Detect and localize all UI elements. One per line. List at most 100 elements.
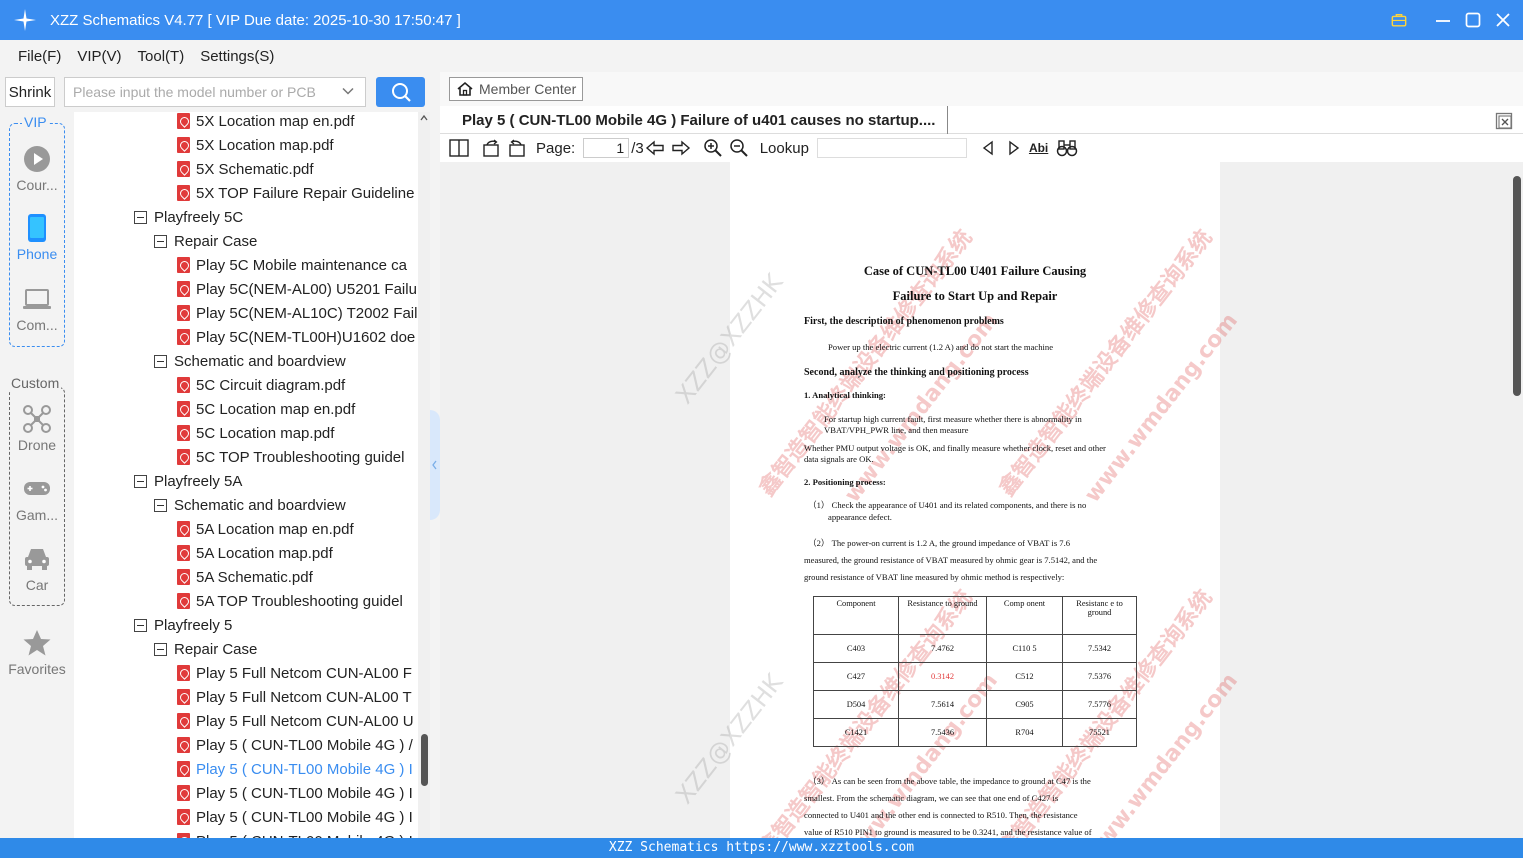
search-button[interactable] [376,77,425,107]
chevron-left-icon [432,460,437,470]
collapse-toggle-icon[interactable] [154,642,167,656]
minimize-icon[interactable] [1435,12,1451,28]
nav-favorites[interactable]: Favorites [7,628,67,677]
vip-briefcase-icon[interactable] [1391,12,1407,28]
nav-computer[interactable]: Com... [7,284,67,333]
collapse-panel-handle[interactable] [430,410,440,520]
tree-item-pdf[interactable]: Play 5 ( CUN-TL00 Mobile 4G ) I [177,805,413,829]
tree-item-pdf[interactable]: Play 5C Mobile maintenance ca [177,253,407,277]
tree-folder[interactable]: Playfreely 5 [134,613,232,637]
tree-item-pdf[interactable]: Play 5 Full Netcom CUN-AL00 T [177,685,412,709]
menu-tool[interactable]: Tool(T) [138,48,185,65]
tree-item-pdf[interactable]: 5C Location map.pdf [177,421,334,445]
nav-car[interactable]: Car [7,544,67,593]
tree-item-pdf[interactable]: 5X TOP Failure Repair Guideline [177,181,414,205]
chevron-down-icon [342,87,354,95]
next-page-icon[interactable] [670,137,692,159]
zoom-in-icon[interactable] [702,137,724,159]
collapse-toggle-icon[interactable] [154,498,167,512]
tree-item-pdf[interactable]: 5A Location map.pdf [177,541,333,565]
tree-item-pdf[interactable]: 5C Location map en.pdf [177,397,355,421]
tree-folder[interactable]: Playfreely 5C [134,205,243,229]
tree-item-pdf[interactable]: 5A TOP Troubleshooting guidel [177,589,403,613]
collapse-toggle-icon[interactable] [134,210,147,224]
doc-para-5b: measured, the ground resistance of VBAT … [804,555,1098,565]
doc-title-line2: Failure to Start Up and Repair [892,289,1058,303]
scroll-up-icon[interactable] [420,114,428,122]
tree-item-pdf[interactable]: 5C TOP Troubleshooting guidel [177,445,404,469]
pdf-file-icon [177,281,190,297]
nav-game[interactable]: Gam... [7,474,67,523]
doc-para-3a: Whether PMU output voltage is OK, and fi… [804,443,1106,453]
rotate-right-icon[interactable] [506,137,528,159]
tree-item-pdf[interactable]: Play 5 ( CUN-TL00 Mobile 4G ) I [177,781,413,805]
nav-drone[interactable]: Drone [7,404,67,453]
doc-para-2a: For startup high current fault, first me… [824,414,1082,424]
viewer-scrollbar[interactable] [1511,162,1523,838]
doc-para-6b: smallest. From the schematic diagram, we… [804,793,1059,803]
tab-active-document[interactable]: Play 5 ( CUN-TL00 Mobile 4G ) Failure of… [450,106,949,134]
table-row: D504 7.5614 C905 7.5776 [813,690,1137,719]
pdf-file-icon [177,377,190,393]
tree-item-pdf[interactable]: Play 5C(NEM-TL00H)U1602 doe [177,325,415,349]
pdf-file-icon [177,185,190,201]
menu-vip[interactable]: VIP(V) [77,48,121,65]
page-number-input[interactable]: 1 [583,138,630,158]
tree-folder[interactable]: Repair Case [154,229,257,253]
tree-item-pdf[interactable]: 5X Location map.pdf [177,133,334,157]
nav-phone[interactable]: Phone [7,213,67,262]
tree-item-pdf[interactable]: Play 5 ( CUN-TL00 Mobile 4G ) / [177,733,413,757]
tree-item-pdf[interactable]: Play 5C(NEM-AL00) U5201 Failu [177,277,417,301]
collapse-toggle-icon[interactable] [154,234,167,248]
nav-courses[interactable]: Cour... [7,144,67,193]
close-icon[interactable] [1495,12,1511,28]
tree-item-pdf[interactable]: Play 5 ( CUN-TL00 Mobile 4G ) I [177,757,413,781]
menu-file[interactable]: File(F) [18,48,61,65]
tree-item-pdf[interactable]: Play 5C(NEM-AL10C) T2002 Fail [177,301,417,325]
tree-item-label: Play 5 ( CUN-TL00 Mobile 4G ) I [196,784,413,802]
find-next-icon[interactable] [1003,137,1025,159]
nav-courses-label: Cour... [16,177,58,193]
sidebar-toggle-icon[interactable] [448,137,470,159]
maximize-icon[interactable] [1465,12,1481,28]
tree-item-pdf[interactable]: 5C Circuit diagram.pdf [177,373,345,397]
tree-item-pdf[interactable]: Play 5 Full Netcom CUN-AL00 U [177,709,414,733]
pdf-file-icon [177,737,190,753]
tree-item-pdf[interactable]: 5X Schematic.pdf [177,157,314,181]
table-cell-highlight: 0.3142 [898,662,987,691]
pdf-viewer[interactable]: 鑫智造智能终端设备维修查询系统 鑫智造智能终端设备维修查询系统 鑫智造智能终端设… [440,162,1523,838]
viewer-scroll-thumb[interactable] [1513,176,1521,396]
status-bar: XZZ Schematics https://www.xzztools.com [0,838,1523,858]
collapse-toggle-icon[interactable] [154,354,167,368]
tree-item-label: Play 5 ( CUN-TL00 Mobile 4G ) I [196,760,413,778]
model-search-input[interactable]: Please input the model number or PCB [64,77,366,107]
find-prev-icon[interactable] [977,137,999,159]
member-center-button[interactable]: Member Center [449,77,584,101]
tree-folder[interactable]: Schematic and boardview [154,493,346,517]
tree-item-pdf[interactable]: Play 5 Full Netcom CUN-AL00 F [177,661,412,685]
menu-settings[interactable]: Settings(S) [200,48,274,65]
tree-item-pdf[interactable]: 5A Schematic.pdf [177,565,313,589]
member-bar: Member Center [440,72,1523,106]
tree-folder[interactable]: Schematic and boardview [154,349,346,373]
close-tab-icon[interactable] [1495,112,1513,130]
match-case-button[interactable]: Abi [1029,137,1048,159]
tree-item-pdf[interactable]: 5X Location map en.pdf [177,112,354,133]
tree-scroll-thumb[interactable] [421,734,428,786]
find-binoculars-icon[interactable] [1056,137,1078,159]
collapse-toggle-icon[interactable] [134,474,147,488]
tree-item-label: Play 5C(NEM-AL00) U5201 Failu [196,280,417,298]
tree-item-pdf[interactable]: 5A Location map en.pdf [177,517,354,541]
collapse-toggle-icon[interactable] [134,618,147,632]
tree-scrollbar[interactable] [418,112,430,838]
shrink-button[interactable]: Shrink [5,77,55,107]
tree-folder[interactable]: Playfreely 5A [134,469,242,493]
doc-para-6d: value of R510 PIN1 to ground is measured… [804,827,1092,837]
tree-item-pdf[interactable]: Play 5 ( CUN-TL00 Mobile 4G ) I [177,829,413,838]
tree-folder[interactable]: Repair Case [154,637,257,661]
document-tabs: Play 5 ( CUN-TL00 Mobile 4G ) Failure of… [440,106,1523,134]
prev-page-icon[interactable] [644,137,666,159]
rotate-left-icon[interactable] [480,137,502,159]
zoom-out-icon[interactable] [728,137,750,159]
lookup-input[interactable] [816,138,967,158]
